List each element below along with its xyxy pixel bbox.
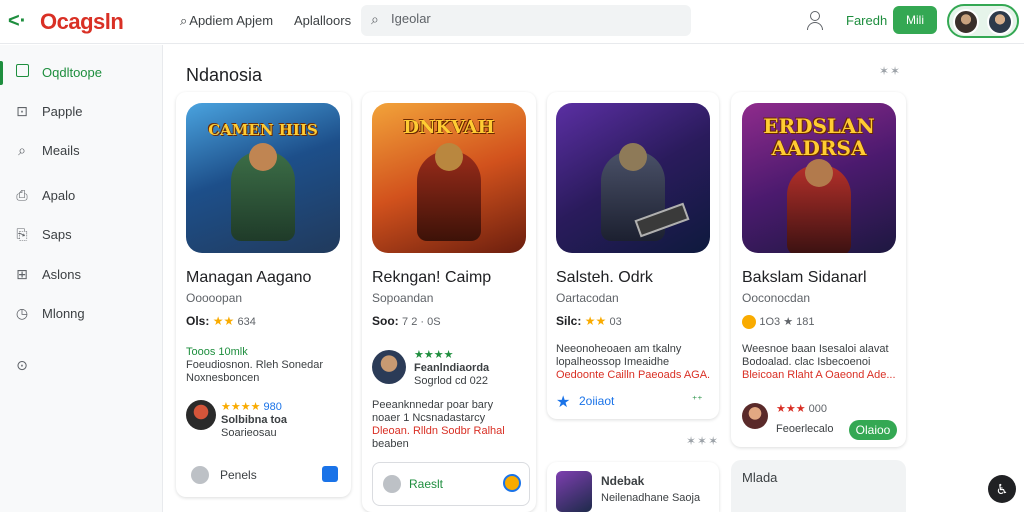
avatar <box>383 475 401 493</box>
app-title[interactable]: Rekngan! Caimp <box>372 269 491 287</box>
card-link[interactable]: 2oiiaot <box>579 395 614 408</box>
sidebar: Oqdltoope ⊡ Papple ⌕ Meails ⎙ Apalo ⎘ Sa… <box>0 45 163 512</box>
app-artwork[interactable] <box>556 103 710 253</box>
sidebar-item-label: Mlonng <box>42 306 85 321</box>
artwork-title: CAMEN HIIS <box>208 121 318 139</box>
sparkle-icon: ⁺⁺ <box>692 395 703 406</box>
install-button[interactable]: Olaioo <box>849 420 897 440</box>
app-developer: Sopoandan <box>372 291 434 305</box>
header-text-link[interactable]: Faredh <box>846 13 887 28</box>
bag-icon: ⎙ <box>16 187 28 203</box>
app-developer: Oartacodan <box>556 291 619 305</box>
sidebar-item-label: Apalo <box>42 188 76 203</box>
reviewer-info: ★★★★ 980 Solbibna toa Soarieosau <box>221 401 287 439</box>
sidebar-item-label: Meails <box>42 143 80 158</box>
app-artwork[interactable]: DNKVAH <box>372 103 526 253</box>
sidebar-item-label: Papple <box>42 104 83 119</box>
sidebar-item-1[interactable]: ⊡ Papple <box>0 96 163 128</box>
grid-icon <box>14 64 30 80</box>
account-icon[interactable] <box>806 10 824 30</box>
review-snippet: Tooos 10mlk Foeudiosnon. Rleh Sonedar No… <box>186 346 323 384</box>
search-bar[interactable]: ⌕ <box>361 5 691 36</box>
app-rating: Silc: ★★ 03 <box>556 314 622 328</box>
settings-icon: ⊙ <box>16 357 28 373</box>
profile-switcher[interactable] <box>947 4 1019 38</box>
review-snippet: Weesnoe baan Isesaloi alavat Bodoalad. c… <box>742 343 896 381</box>
app-rating: Soo: 7 2 · 0S <box>372 314 441 328</box>
more-options-icon[interactable]: ✶✶✶ <box>686 434 719 448</box>
app-developer: Ooooopan <box>186 291 243 305</box>
sidebar-item-label: Aslons <box>42 267 82 282</box>
sidebar-item-7[interactable]: ⊙ <box>0 350 163 382</box>
chart-icon: ⊡ <box>16 103 28 119</box>
sidebar-item-label: Saps <box>42 227 72 242</box>
app-logo[interactable]: Ocagsln <box>40 9 124 35</box>
sidebar-item-0[interactable]: Oqdltoope <box>0 57 163 89</box>
app-title[interactable]: Salsteh. Odrk <box>556 269 653 287</box>
section-title: Ndanosia <box>186 65 263 85</box>
artwork-title: DNKVAH <box>403 117 495 138</box>
card-action-label[interactable]: Penels <box>220 469 257 482</box>
app-developer: Neilenadhane Saoja <box>601 492 701 504</box>
star-icon: ★ <box>556 394 571 411</box>
app-card-2[interactable]: Salsteh. Odrk Oartacodan Silc: ★★ 03 Nee… <box>547 92 719 419</box>
app-card-3[interactable]: ERDSLAN AADRSA Bakslam Sidanarl Ooconocd… <box>731 92 906 447</box>
arrow-left-icon[interactable]: <· <box>8 10 26 33</box>
avatar <box>987 9 1013 35</box>
avatar <box>742 403 768 429</box>
app-artwork[interactable] <box>556 471 592 512</box>
avatar <box>372 350 406 384</box>
top-app-bar: <· Ocagsln ⌕Apdiem Apjem Aplalloors ⌕ Fa… <box>0 0 1024 44</box>
app-card-mini-1[interactable]: Mlada <box>731 460 906 512</box>
search-icon: ⌕ <box>18 142 26 158</box>
artwork-title: ERDSLAN AADRSA <box>763 114 875 160</box>
app-rating: Ols: ★★ 634 <box>186 314 256 328</box>
app-title[interactable]: Managan Aagano <box>186 269 311 287</box>
app-card-mini-0[interactable]: Ndebak Neilenadhane Saoja <box>547 462 719 512</box>
search-icon: ⌕ <box>371 11 379 27</box>
nav-link-secondary[interactable]: Aplalloors <box>294 13 351 28</box>
nav-link-label: Apdiem Apjem <box>189 13 274 28</box>
app-card-0[interactable]: CAMEN HIIS Managan Aagano Ooooopan Ols: … <box>176 92 351 497</box>
avatar <box>186 400 216 430</box>
accessibility-icon[interactable]: ♿ <box>988 475 1016 503</box>
app-artwork[interactable]: ERDSLAN AADRSA <box>742 103 896 253</box>
app-developer: Ooconocdan <box>742 291 811 305</box>
shield-icon[interactable] <box>322 466 338 482</box>
card-action-button[interactable]: Raeslt <box>372 462 530 506</box>
app-rating: 1O3 ★ 181 <box>742 314 814 329</box>
app-title[interactable]: Ndebak <box>601 475 644 488</box>
doc-icon: ⎘ <box>16 226 28 242</box>
search-input[interactable] <box>391 11 671 26</box>
reviewer-info: ★★★★ Feanlndiaorda Sogrlod cd 022 <box>414 349 490 387</box>
sidebar-item-2[interactable]: ⌕ Meails <box>0 135 163 167</box>
emoji-icon <box>742 314 756 329</box>
search-icon: ⌕ <box>180 13 188 28</box>
stats-icon: ⊞ <box>16 266 28 282</box>
review-snippet: Peeanknnedar poar bary noaer 1 Ncsnadast… <box>372 399 505 450</box>
app-title[interactable]: Mlada <box>742 471 777 484</box>
sidebar-item-6[interactable]: ◷ Mlonng <box>0 298 163 330</box>
sidebar-item-4[interactable]: ⎘ Saps <box>0 219 163 251</box>
more-options-icon[interactable]: ✶✶ <box>879 64 901 78</box>
sidebar-item-5[interactable]: ⊞ Aslons <box>0 259 163 291</box>
app-artwork[interactable]: CAMEN HIIS <box>186 103 340 253</box>
app-title[interactable]: Bakslam Sidanarl <box>742 269 867 287</box>
sidebar-item-3[interactable]: ⎙ Apalo <box>0 180 163 212</box>
nav-link-primary[interactable]: ⌕ Apdiem Apjem <box>180 13 273 29</box>
badge-icon <box>503 474 521 492</box>
avatar <box>191 466 209 484</box>
card-action-label: Raeslt <box>409 477 444 491</box>
review-snippet: Neeonoheoaen am tkalny lopalheossop Imea… <box>556 343 711 381</box>
clock-icon: ◷ <box>15 305 29 321</box>
avatar <box>953 9 979 35</box>
header-primary-button[interactable]: Mili <box>893 6 937 34</box>
sidebar-item-label: Oqdltoope <box>42 65 102 80</box>
app-card-1[interactable]: DNKVAH Rekngan! Caimp Sopoandan Soo: 7 2… <box>362 92 536 512</box>
